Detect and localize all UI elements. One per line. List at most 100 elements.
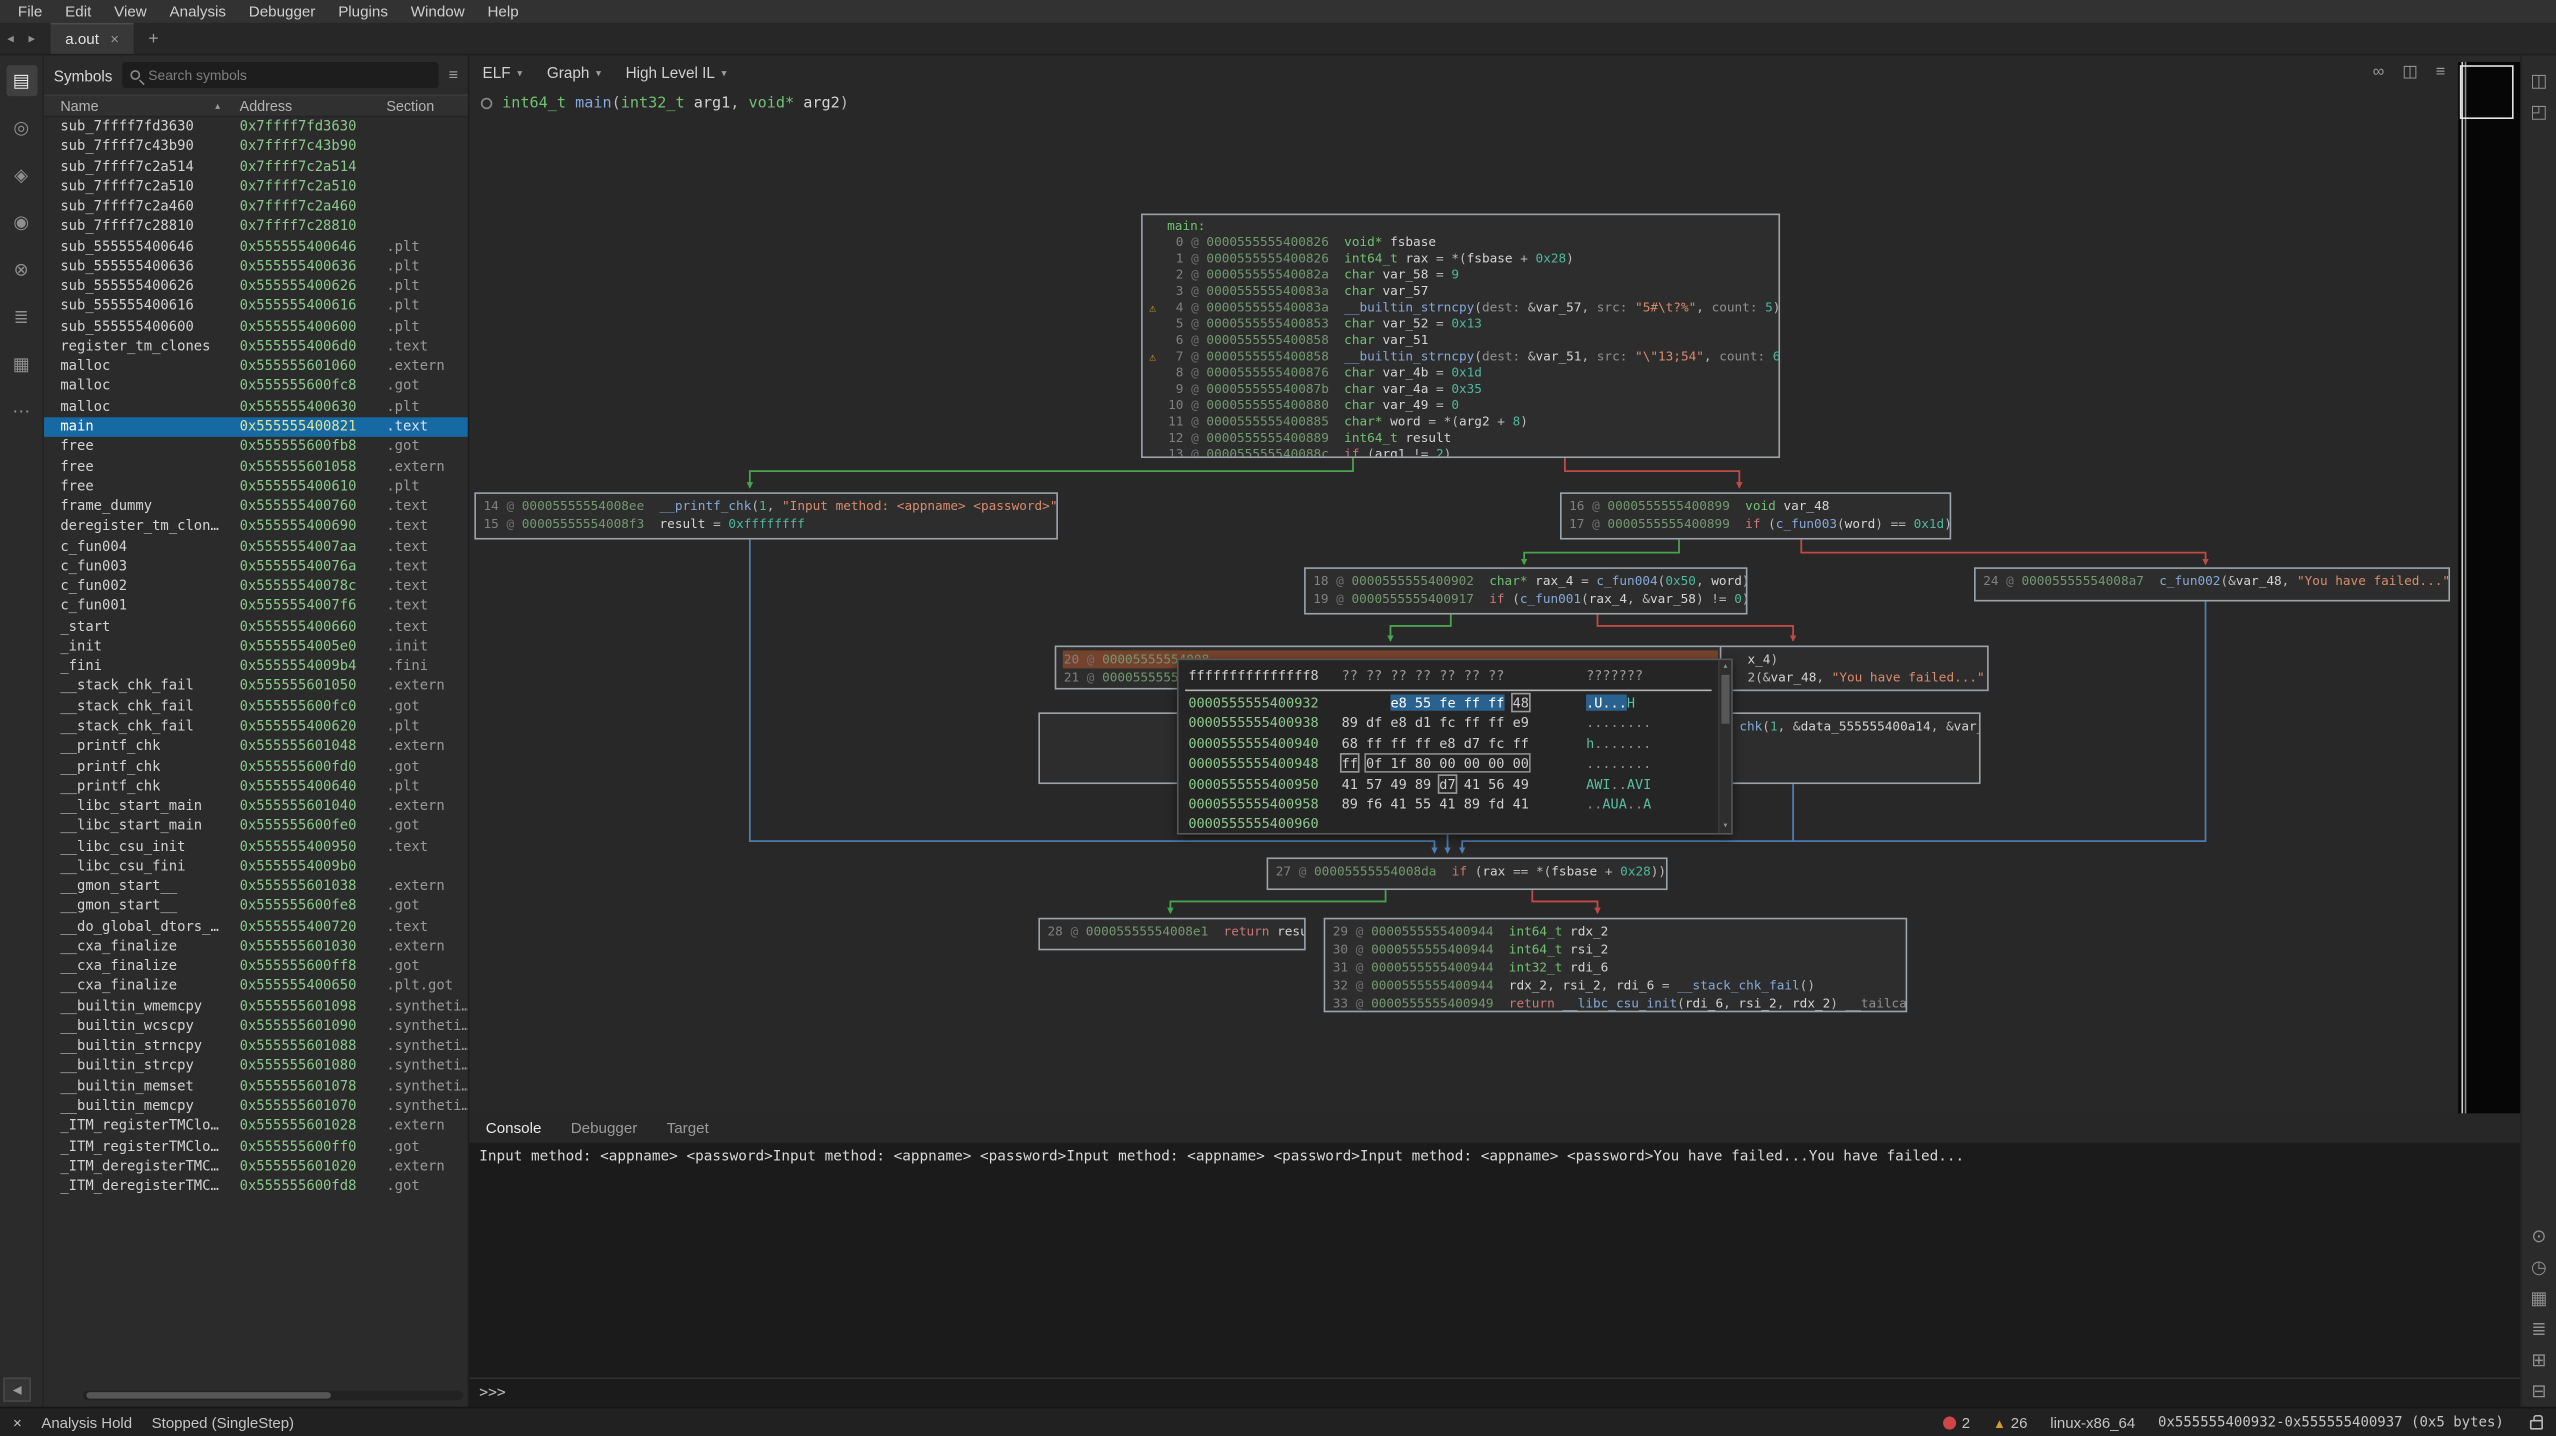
symbol-row[interactable]: main0x555555400821.text: [44, 417, 468, 437]
symbol-row[interactable]: _ITM_registerTMClo…0x555555601028.extern: [44, 1117, 468, 1137]
symbol-row[interactable]: free0x555555600fb8.got: [44, 437, 468, 457]
symbol-row[interactable]: sub_7ffff7c288100x7ffff7c28810: [44, 217, 468, 237]
error-count-badge[interactable]: 2: [1944, 1414, 1970, 1430]
symbol-row[interactable]: __libc_csu_init0x555555400950.text: [44, 837, 468, 857]
tab-console[interactable]: Console: [486, 1120, 542, 1136]
il-level-dropdown[interactable]: High Level IL▾: [626, 64, 727, 82]
symbol-row[interactable]: __builtin_strcpy0x555555601080.syntheti…: [44, 1057, 468, 1077]
symbol-row[interactable]: sub_5555554006260x555555400626.plt: [44, 277, 468, 297]
symbol-row[interactable]: _fini0x5555554009b4.fini: [44, 657, 468, 677]
view-options-icon[interactable]: ≡: [2436, 64, 2446, 82]
node-stack-check[interactable]: 27 @ 00005555554008da if (rax == *(fsbas…: [1267, 857, 1668, 890]
symbol-row[interactable]: c_fun0040x5555554007aa.text: [44, 537, 468, 557]
menu-window[interactable]: Window: [399, 0, 476, 23]
symbol-row[interactable]: sub_7ffff7c43b900x7ffff7c43b90: [44, 137, 468, 157]
hex-popup[interactable]: fffffffffffffff8?? ?? ?? ?? ?? ?? ??????…: [1177, 659, 1733, 835]
symbol-row[interactable]: __builtin_wcscpy0x555555601090.syntheti…: [44, 1017, 468, 1037]
symbol-row[interactable]: free0x555555400610.plt: [44, 477, 468, 497]
search-input[interactable]: Search symbols: [122, 62, 439, 88]
link-icon[interactable]: ∞: [2373, 64, 2385, 82]
symbol-row[interactable]: __builtin_wmemcpy0x555555601098.syntheti…: [44, 997, 468, 1017]
menu-view[interactable]: View: [103, 0, 158, 23]
types-sidebar-icon[interactable]: ◎: [6, 112, 37, 143]
terminal-icon[interactable]: ⊞: [2523, 1345, 2554, 1376]
split-view-icon[interactable]: ◫: [2402, 64, 2417, 82]
symbol-row[interactable]: c_fun0030x55555540076a.text: [44, 557, 468, 577]
symbol-row[interactable]: __printf_chk0x555555600fd0.got: [44, 757, 468, 777]
node-return-result[interactable]: 28 @ 00005555554008e1 return result: [1038, 918, 1305, 951]
node-input-method[interactable]: 14 @ 00005555554008ee __printf_chk(1, "I…: [474, 492, 1058, 539]
symbol-row[interactable]: sub_5555554006000x555555400600.plt: [44, 317, 468, 337]
view-type-dropdown[interactable]: ELF▾: [483, 64, 523, 82]
symbol-row[interactable]: _init0x5555554005e0.init: [44, 637, 468, 657]
layout-dropdown[interactable]: Graph▾: [547, 64, 601, 82]
tab-target[interactable]: Target: [667, 1120, 709, 1136]
lock-icon[interactable]: [2530, 1419, 2543, 1429]
menu-file[interactable]: File: [7, 0, 54, 23]
feature-map-viewport[interactable]: [2460, 65, 2514, 119]
menu-debugger[interactable]: Debugger: [237, 0, 326, 23]
memory-map-sidebar-icon[interactable]: ▦: [6, 349, 37, 380]
symbol-row[interactable]: __stack_chk_fail0x555555400620.plt: [44, 717, 468, 737]
symbol-row[interactable]: __builtin_memset0x555555601078.syntheti…: [44, 1077, 468, 1097]
symbol-row[interactable]: __gmon_start__0x555555600fe8.got: [44, 897, 468, 917]
symbols-sidebar-icon[interactable]: ▤: [6, 65, 37, 96]
symbol-row[interactable]: c_fun0020x55555540078c.text: [44, 577, 468, 597]
tab-debugger[interactable]: Debugger: [571, 1120, 638, 1136]
node-main[interactable]: main: 0 @ 0000555555400826 void* fsbase …: [1141, 214, 1780, 459]
menu-plugins[interactable]: Plugins: [327, 0, 400, 23]
tab-aout[interactable]: a.out ×: [51, 23, 134, 54]
hex-scrollbar[interactable]: ▴ ▾: [1718, 660, 1731, 833]
symbol-row[interactable]: __stack_chk_fail0x555555601050.extern: [44, 677, 468, 697]
symbol-row[interactable]: register_tm_clones0x5555554006d0.text: [44, 337, 468, 357]
column-name[interactable]: Name: [60, 98, 98, 114]
symbol-row[interactable]: sub_7ffff7c2a5140x7ffff7c2a514: [44, 157, 468, 177]
tab-close-icon[interactable]: ×: [110, 31, 119, 47]
symbols-hscrollbar[interactable]: [83, 1390, 463, 1400]
column-address[interactable]: Address: [240, 98, 293, 114]
memory-icon[interactable]: ▦: [2523, 1283, 2554, 1314]
history-icon[interactable]: ◷: [2523, 1252, 2554, 1283]
variables-icon[interactable]: ≣: [2523, 1314, 2554, 1345]
mini-graph-icon[interactable]: ◰: [2523, 96, 2554, 127]
tags-sidebar-icon[interactable]: ◈: [6, 160, 37, 191]
symbol-row[interactable]: sub_7ffff7c2a4600x7ffff7c2a460: [44, 197, 468, 217]
more-panels-icon[interactable]: ⋯: [6, 396, 37, 427]
scrollbar-thumb[interactable]: [1721, 675, 1729, 724]
column-section[interactable]: Section: [386, 98, 434, 114]
debugger-sidebar-icon[interactable]: ⊗: [6, 254, 37, 285]
feature-map[interactable]: [2458, 62, 2520, 1113]
symbol-row[interactable]: sub_5555554006460x555555400646.plt: [44, 237, 468, 257]
symbol-row[interactable]: __printf_chk0x555555400640.plt: [44, 777, 468, 797]
symbol-row[interactable]: malloc0x555555600fc8.got: [44, 377, 468, 397]
marker-sidebar-icon[interactable]: ◉: [6, 207, 37, 238]
symbol-row[interactable]: c_fun0010x5555554007f6.text: [44, 597, 468, 617]
symbol-row[interactable]: sub_7ffff7c2a5100x7ffff7c2a510: [44, 177, 468, 197]
symbol-row[interactable]: _ITM_deregisterTMC…0x555555601020.extern: [44, 1157, 468, 1177]
symbol-row[interactable]: sub_5555554006360x555555400636.plt: [44, 257, 468, 277]
symbol-row[interactable]: __cxa_finalize0x555555600ff8.got: [44, 957, 468, 977]
scroll-up-icon[interactable]: ▴: [1720, 660, 1731, 673]
symbol-row[interactable]: __cxa_finalize0x555555400650.plt.got: [44, 977, 468, 997]
analysis-status[interactable]: Analysis Hold: [41, 1414, 132, 1430]
log-icon[interactable]: ⊟: [2523, 1376, 2554, 1407]
stack-sidebar-icon[interactable]: ≣: [6, 302, 37, 333]
new-tab-button[interactable]: +: [148, 29, 158, 49]
symbol-row[interactable]: sub_7ffff7fd36300x7ffff7fd3630: [44, 117, 468, 137]
symbol-row[interactable]: malloc0x555555601060.extern: [44, 357, 468, 377]
console-prompt-input[interactable]: >>>: [469, 1377, 2520, 1406]
symbol-row[interactable]: __gmon_start__0x555555601038.extern: [44, 877, 468, 897]
nav-back-icon[interactable]: ◂: [0, 31, 21, 46]
symbol-row[interactable]: __printf_chk0x555555601048.extern: [44, 737, 468, 757]
symbols-menu-icon[interactable]: ≡: [449, 66, 459, 84]
symbol-row[interactable]: _start0x555555400660.text: [44, 617, 468, 637]
warning-count-badge[interactable]: ▲26: [1993, 1414, 2027, 1430]
menu-edit[interactable]: Edit: [54, 0, 103, 23]
cross-references-icon[interactable]: ◫: [2523, 65, 2554, 96]
symbol-row[interactable]: deregister_tm_clon…0x555555400690.text: [44, 517, 468, 537]
function-state-icon[interactable]: [481, 98, 492, 109]
graph-canvas[interactable]: fffffffffffffff8?? ?? ?? ?? ?? ?? ??????…: [469, 117, 2458, 1113]
symbol-row[interactable]: __libc_start_main0x555555600fe0.got: [44, 817, 468, 837]
scrollbar-thumb[interactable]: [86, 1392, 331, 1399]
symbol-row[interactable]: frame_dummy0x555555400760.text: [44, 497, 468, 517]
